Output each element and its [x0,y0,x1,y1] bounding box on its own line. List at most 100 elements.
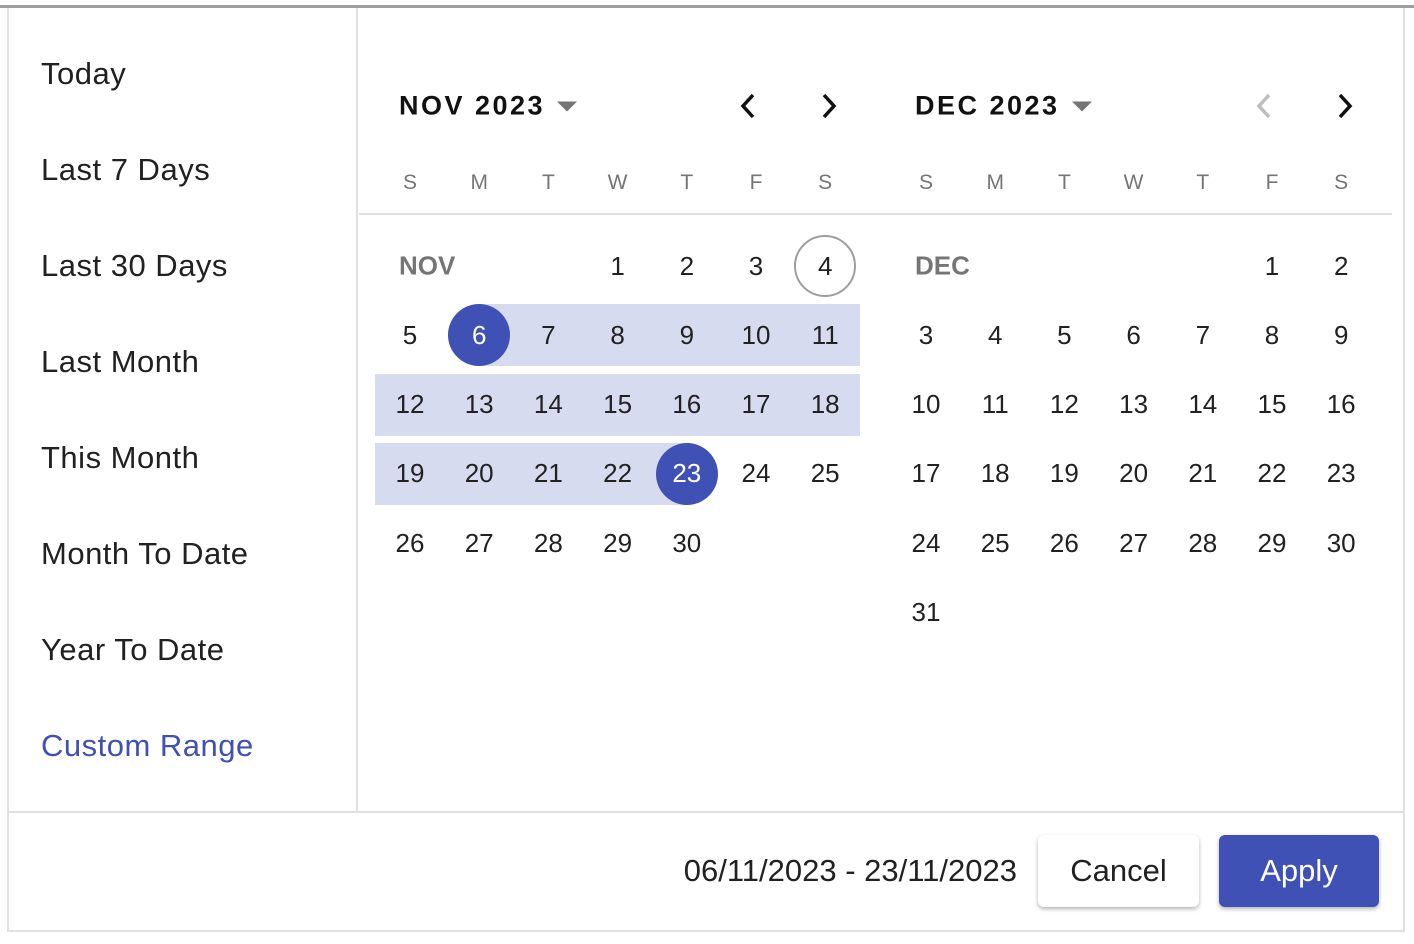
day-cell[interactable]: 23 [1310,443,1372,505]
apply-button[interactable]: Apply [1219,835,1379,907]
day-cell[interactable]: 17 [895,443,957,505]
preset-custom-range[interactable]: Custom Range [41,728,254,764]
day-cell[interactable]: 1 [1241,235,1303,297]
day-cell[interactable]: 29 [1241,512,1303,574]
weekday-header: M [470,171,488,194]
weekday-header: S [818,171,833,194]
day-cell[interactable]: 29 [587,512,649,574]
day-cell[interactable]: 17 [725,374,787,436]
preset-last-7-days[interactable]: Last 7 Days [41,152,210,188]
preset-last-month[interactable]: Last Month [41,344,199,380]
day-cell[interactable]: 30 [1310,512,1372,574]
day-cell[interactable]: 26 [379,512,441,574]
weekday-header: T [1196,171,1210,194]
day-cell[interactable]: 12 [379,374,441,436]
day-cell[interactable]: 25 [964,512,1026,574]
day-cell[interactable]: 19 [1033,443,1095,505]
weekday-divider [359,213,1392,215]
weekday-header: W [1123,171,1144,194]
day-cell[interactable]: 28 [517,512,579,574]
day-cell[interactable]: 15 [1241,374,1303,436]
day-cell[interactable]: 30 [656,512,718,574]
day-cell[interactable]: 19 [379,443,441,505]
chevron-left-icon [740,93,755,119]
day-cell[interactable]: 22 [587,443,649,505]
month-label: NOV [399,250,456,281]
day-cell[interactable]: 23 [655,442,718,505]
weekday-header: W [607,171,628,194]
day-cell[interactable]: 11 [964,374,1026,436]
day-cell[interactable]: 22 [1241,443,1303,505]
chevron-left-icon [1256,93,1271,119]
caret-down-icon [557,101,578,111]
day-cell[interactable]: 5 [1033,304,1095,366]
weekday-header: S [402,171,418,194]
day-cell[interactable]: 6 [1103,304,1165,366]
day-cell[interactable]: 14 [1172,374,1234,436]
weekday-header: T [541,171,555,194]
selected-range-text: 06/11/2023 - 23/11/2023 [683,853,1017,888]
day-cell[interactable]: 18 [964,443,1026,505]
day-cell[interactable]: 21 [517,443,579,505]
day-cell[interactable]: 10 [725,304,787,366]
day-cell[interactable]: 8 [587,304,649,366]
preset-today[interactable]: Today [41,56,126,92]
day-cell[interactable]: 24 [895,512,957,574]
day-cell[interactable]: 2 [1310,235,1372,297]
day-cell[interactable]: 3 [725,235,787,297]
day-cell[interactable]: 25 [794,443,856,505]
prev-month-button[interactable] [1244,92,1284,120]
day-cell[interactable]: 27 [448,512,510,574]
day-cell[interactable]: 11 [794,304,856,366]
caret-down-icon [1071,101,1092,111]
month-year-label: NOV 2023 [399,90,546,121]
day-cell[interactable]: 14 [517,374,579,436]
day-cell[interactable]: 7 [517,304,579,366]
preset-year-to-date[interactable]: Year To Date [41,632,225,668]
day-cell[interactable]: 9 [1310,304,1372,366]
day-cell[interactable]: 31 [895,582,957,644]
preset-sidebar: Today Last 7 Days Last 30 Days Last Month Th… [7,8,358,812]
day-cell[interactable]: 10 [895,374,957,436]
chevron-right-icon [822,93,837,119]
month-year-dropdown[interactable]: NOV 2023 [399,90,578,122]
day-cell[interactable]: 12 [1033,374,1095,436]
day-cell[interactable]: 13 [1103,374,1165,436]
day-cell[interactable]: 6 [448,304,511,367]
prev-month-button[interactable] [728,92,768,120]
day-cell[interactable]: 2 [656,235,718,297]
day-cell[interactable]: 4 [964,304,1026,366]
preset-this-month[interactable]: This Month [41,440,199,476]
next-month-button[interactable] [1325,92,1365,120]
day-cell[interactable]: 16 [1310,374,1372,436]
weekday-header: S [1334,171,1349,194]
day-cell[interactable]: 4 [794,235,857,297]
weekday-header: M [986,171,1004,194]
day-cell[interactable]: 9 [656,304,718,366]
next-month-button[interactable] [809,92,849,120]
preset-last-30-days[interactable]: Last 30 Days [41,248,228,284]
day-cell[interactable]: 15 [587,374,649,436]
day-cell[interactable]: 7 [1172,304,1234,366]
day-cell[interactable]: 26 [1033,512,1095,574]
month-year-label: DEC 2023 [915,90,1060,121]
day-cell[interactable]: 1 [587,235,649,297]
day-cell[interactable]: 27 [1103,512,1165,574]
day-cell[interactable]: 20 [448,443,510,505]
day-cell[interactable]: 8 [1241,304,1303,366]
weekday-header: F [1265,171,1279,194]
month-year-dropdown[interactable]: DEC 2023 [915,91,1092,122]
day-cell[interactable]: 16 [656,374,718,436]
day-cell[interactable]: 21 [1172,443,1234,505]
cancel-button[interactable]: Cancel [1038,835,1199,907]
day-cell[interactable]: 20 [1103,443,1165,505]
footer-divider [7,811,1405,813]
day-cell[interactable]: 18 [794,374,856,436]
day-cell[interactable]: 5 [379,304,441,366]
weekday-header: T [1057,171,1071,194]
day-cell[interactable]: 3 [895,304,957,366]
day-cell[interactable]: 13 [448,374,510,436]
preset-month-to-date[interactable]: Month To Date [41,536,249,572]
day-cell[interactable]: 24 [725,443,787,505]
day-cell[interactable]: 28 [1172,512,1234,574]
